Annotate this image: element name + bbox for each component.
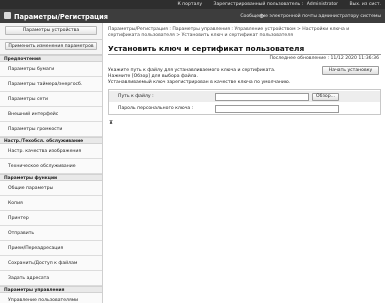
file-path-row: Путь к файлу : Обзор... <box>109 91 380 102</box>
password-input[interactable] <box>215 104 339 113</box>
page-title: Установить ключ и сертификат пользовател… <box>108 44 305 53</box>
app-header: Параметры/Регистрация ⚙ Сообщение электр… <box>0 9 385 23</box>
sidebar-group-header: Настр./Техобсл. обслуживание <box>0 137 102 144</box>
sidebar-item[interactable]: Сохранить/Доступ к файлам <box>0 256 102 271</box>
sidebar-group-header: Предпочтения <box>0 55 102 62</box>
start-install-button[interactable]: Начать установку <box>322 66 379 75</box>
sidebar-menu: Предпочтения Параметры бумаги Параметры та… <box>0 55 102 303</box>
file-path-label: Путь к файлу : <box>118 94 154 99</box>
password-row: Пароль персонального ключа : <box>109 103 380 114</box>
sidebar-item[interactable]: Параметры громкости <box>0 122 102 137</box>
sidebar-item[interactable]: Общие параметры <box>0 181 102 196</box>
sidebar-item[interactable]: Настр. качества изображения <box>0 144 102 159</box>
sidebar-item[interactable]: Параметры сети <box>0 92 102 107</box>
top-bar: К порталу Зарегистрированный пользовател… <box>0 0 385 9</box>
breadcrumb[interactable]: Параметры/Регистрация : Параметры управл… <box>108 27 382 38</box>
settings-logo-icon <box>4 12 11 19</box>
sidebar-item[interactable]: Задать адресата <box>0 271 102 286</box>
user-label: Зарегистрированный пользователь : <box>213 1 304 7</box>
sidebar-group-header: Параметры управления <box>0 286 102 293</box>
apply-changes-button[interactable]: Применить изменения параметров <box>5 42 97 50</box>
app-title: Параметры/Регистрация <box>14 12 108 21</box>
sidebar-item[interactable]: Принтер <box>0 211 102 226</box>
last-updated: Последнее обновление : 11/12 2020 11:36:… <box>269 55 379 61</box>
instruction-line: Устанавливаемый ключ зарегистрирован в к… <box>108 80 291 85</box>
sidebar-group-header: Параметры функции <box>0 174 102 181</box>
instructions: Укажите путь к файлу для устанавливаемог… <box>108 68 318 86</box>
divider <box>0 39 102 40</box>
sidebar-item[interactable]: Параметры таймера/энергосб. <box>0 77 102 92</box>
logout-link[interactable]: Вых. из сист. <box>350 2 381 7</box>
sidebar-item[interactable]: Внешний интерфейс <box>0 107 102 122</box>
browse-button[interactable]: Обзор... <box>312 92 339 101</box>
sidebar-item[interactable]: Параметры бумаги <box>0 62 102 77</box>
user-settings-button[interactable]: Параметры устройства <box>5 26 97 35</box>
sidebar-item[interactable]: Прием/Переадресация <box>0 241 102 256</box>
sidebar-item[interactable]: Управление пользователями <box>0 293 102 303</box>
scroll-top-icon[interactable]: ⊼ <box>109 120 113 126</box>
sidebar: Параметры устройства Применить изменения… <box>0 23 103 303</box>
file-path-input[interactable] <box>215 92 309 101</box>
install-form: Путь к файлу : Обзор... Пароль персональ… <box>108 89 381 115</box>
sidebar-item[interactable]: Копия <box>0 196 102 211</box>
user-name: Administrator <box>306 1 339 7</box>
sidebar-item[interactable]: Техническое обслуживание <box>0 159 102 174</box>
main-content: Параметры/Регистрация : Параметры управл… <box>104 23 385 303</box>
portal-link[interactable]: К порталу <box>177 2 202 7</box>
admin-email-link[interactable]: Сообщение электронной почты администрато… <box>240 14 381 19</box>
sidebar-item[interactable]: Отправить <box>0 226 102 241</box>
password-label: Пароль персонального ключа : <box>118 106 194 111</box>
top-links: К порталу Зарегистрированный пользовател… <box>167 2 381 7</box>
